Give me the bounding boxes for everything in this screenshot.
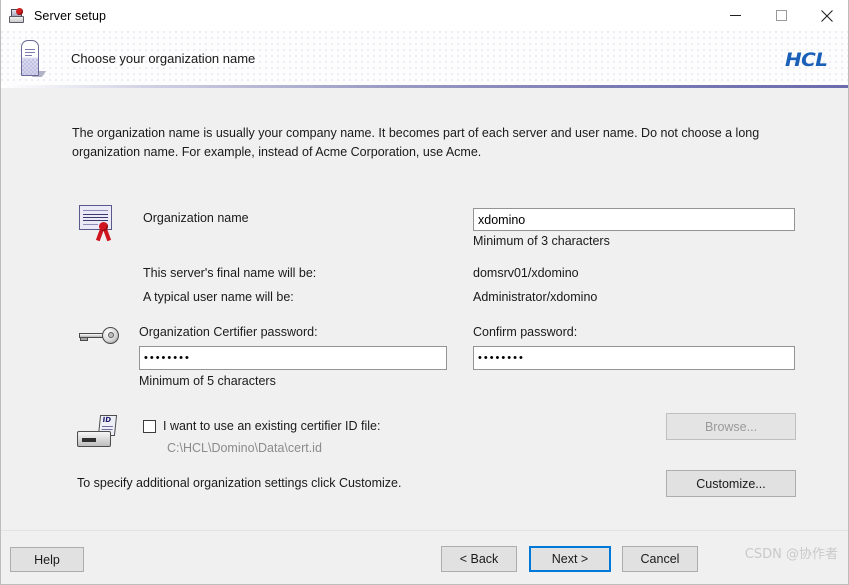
csdn-watermark: CSDN @协作者 [744, 547, 838, 562]
close-icon[interactable] [804, 0, 848, 31]
existing-certifier-label: I want to use an existing certifier ID f… [163, 419, 381, 433]
window-controls [712, 0, 848, 31]
certifier-password-hint: Minimum of 5 characters [139, 374, 276, 388]
server-setup-icon [8, 7, 26, 25]
minimize-icon[interactable] [712, 0, 758, 31]
typical-user-name-label: A typical user name will be: [143, 290, 294, 304]
confirm-password-label: Confirm password: [473, 325, 578, 339]
organization-name-hint: Minimum of 3 characters [473, 234, 610, 248]
help-button[interactable]: Help [10, 547, 84, 572]
organization-name-label: Organization name [143, 211, 249, 225]
content-area: The organization name is usually your co… [1, 88, 848, 530]
window-title: Server setup [34, 8, 107, 23]
header-banner: Choose your organization name HCL [1, 31, 848, 88]
cancel-button[interactable]: Cancel [622, 546, 698, 572]
id-card-reader-icon: ID [77, 415, 118, 447]
customize-note: To specify additional organization setti… [77, 476, 402, 490]
organization-name-input[interactable]: xdomino [473, 208, 795, 231]
typical-user-name-value: Administrator/xdomino [473, 290, 598, 304]
footer-bar: Help < Back Next > Cancel CSDN @协作者 [1, 530, 848, 584]
existing-certifier-checkbox[interactable]: I want to use an existing certifier ID f… [143, 419, 380, 433]
browse-button[interactable]: Browse... [666, 413, 796, 440]
server-final-name-value: domsrv01/xdomino [473, 266, 579, 280]
back-button[interactable]: < Back [441, 546, 517, 572]
page-title: Choose your organization name [71, 51, 256, 66]
certifier-id-path: C:\HCL\Domino\Data\cert.id [167, 441, 322, 455]
server-monolith-icon [17, 40, 47, 80]
certifier-password-input[interactable]: •••••••• [139, 346, 447, 370]
certificate-icon [79, 205, 117, 243]
maximize-icon[interactable] [758, 0, 804, 31]
title-bar: Server setup [1, 0, 848, 31]
next-button[interactable]: Next > [529, 546, 611, 572]
server-setup-window: Server setup Choose your organization na [0, 0, 849, 585]
intro-text: The organization name is usually your co… [72, 126, 760, 159]
checkbox-box[interactable] [143, 419, 156, 433]
key-icon [77, 326, 119, 348]
customize-button[interactable]: Customize... [666, 470, 796, 497]
hcl-logo: HCL [784, 49, 828, 71]
server-final-name-label: This server's final name will be: [143, 266, 317, 280]
confirm-password-input[interactable]: •••••••• [473, 346, 795, 370]
certifier-password-label: Organization Certifier password: [139, 325, 318, 339]
